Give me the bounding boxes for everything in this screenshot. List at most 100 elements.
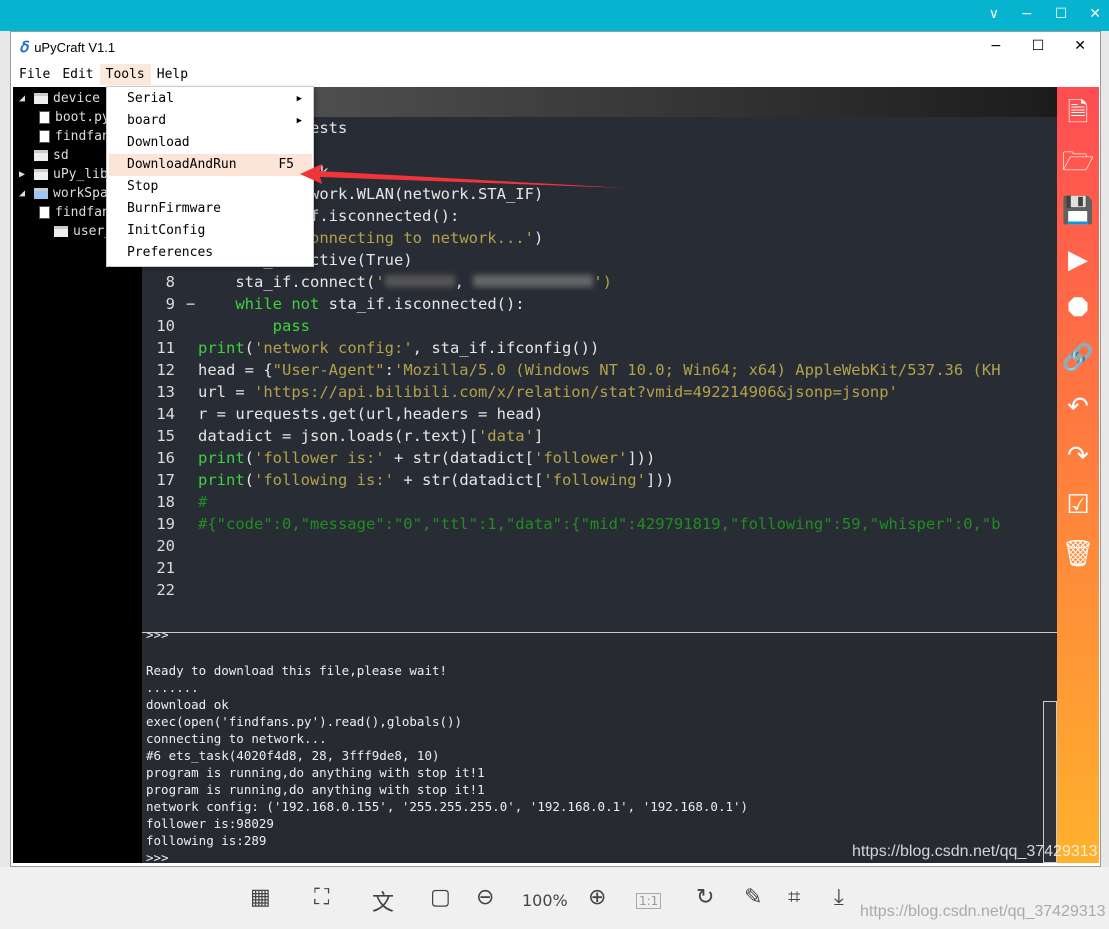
zoom-out-icon[interactable]: ⊖ [476,885,494,910]
rotate-icon[interactable]: ↻ [696,885,714,910]
terminal-line: ....... [146,680,199,695]
save-icon[interactable]: 💾 [1061,193,1095,229]
terminal-line: >>> [146,632,169,642]
new-file-icon[interactable]: 🗎 [1061,95,1095,131]
actual-size-button[interactable]: 1:1 [636,893,662,909]
connect-icon[interactable]: 🔗 [1061,340,1095,376]
terminal-scrollbar[interactable] [1043,701,1057,863]
line-number: 22 [156,581,175,599]
outer-minimize-button[interactable]: − [1021,6,1033,22]
terminal-line: following is:289 [146,833,267,848]
folder-icon [34,150,48,161]
menu-item-label: BurnFirmware [127,201,221,216]
folder-icon [54,226,68,237]
code-line: # [198,493,208,511]
tree-item-label: uPy_lib [53,167,108,182]
outer-close-button[interactable]: ✕ [1089,6,1101,22]
thumbnail-grid-icon[interactable]: ▦ [250,885,271,910]
tree-item[interactable]: boot.py [39,108,110,127]
submenu-arrow-icon: ▶ [296,116,302,126]
menu-item-label: Stop [127,179,159,194]
terminal-line: network config: ('192.168.0.155', '255.2… [146,799,749,814]
tree-item[interactable]: sd [19,146,69,165]
clear-icon[interactable]: 🗑 [1061,536,1095,572]
image-viewer-toolbar: ▦ ⛶ 文 ▢ ⊖ 100% ⊕ 1:1 ↻ ✎ ⌗ ⤓ https://blo… [0,867,1109,929]
code-line: print('follower is:' + str(datadict['fol… [198,449,656,467]
menu-tools[interactable]: Tools [99,63,151,85]
menu-item-stop[interactable]: Stop [109,176,312,198]
terminal-output[interactable]: >>> Ready to download this file,please wa… [142,632,1057,863]
menu-item-downloadandrun[interactable]: DownloadAndRun F5 [109,154,312,176]
fullscreen-icon[interactable]: ▢ [430,885,451,910]
code-line: pass [272,317,310,335]
maximize-button[interactable]: ☐ [1032,38,1045,54]
download-icon[interactable]: ⤓ [834,885,844,910]
undo-icon[interactable]: ↶ [1061,389,1095,425]
redo-icon[interactable]: ↷ [1061,438,1095,474]
expanded-icon[interactable]: ◢ [19,188,29,199]
watermark-bottom: https://blog.csdn.net/qq_37429313 [860,903,1106,920]
zoom-in-icon[interactable]: ⊕ [588,885,606,910]
outer-titlebar: ∨ − ☐ ✕ [0,0,1109,31]
fit-icon[interactable]: ⛶ [314,885,329,910]
outer-maximize-button[interactable]: ☐ [1055,6,1068,22]
menu-item-shortcut: F5 [278,157,294,172]
menu-file[interactable]: File [13,64,56,85]
menu-item-label: DownloadAndRun [127,157,237,172]
line-number: 18 [156,493,175,511]
menu-edit[interactable]: Edit [56,64,99,85]
terminal-line: follower is:98029 [146,816,274,831]
translate-icon[interactable]: 文 [372,885,394,917]
expanded-icon[interactable]: ◢ [19,93,29,104]
line-number: 16 [156,449,175,467]
window-title: uPyCraft V1.1 [34,39,116,55]
stop-icon[interactable]: ⯃ [1061,291,1095,327]
close-button[interactable]: ✕ [1074,38,1086,54]
folder-icon [34,93,48,104]
tree-item[interactable]: ▶ uPy_lib [19,165,108,184]
tree-item[interactable]: ◢ device [19,89,100,108]
terminal-line: download ok [146,697,229,712]
menu-help[interactable]: Help [151,64,194,85]
open-file-icon[interactable]: 🗁 [1061,144,1095,180]
terminal-line: #6 ets_task(4020f4d8, 28, 3fff9de8, 10) [146,748,440,763]
terminal-line: program is running,do anything with stop… [146,782,485,797]
menu-item-label: Download [127,135,190,150]
menu-item-preferences[interactable]: Preferences [109,242,312,264]
line-number: 15 [156,427,175,445]
red-arrow-annotation [300,164,626,188]
crop-icon[interactable]: ⌗ [788,885,800,910]
code-line: print('following is:' + str(datadict['fo… [198,471,674,489]
menu-item-burnfirmware[interactable]: BurnFirmware [109,198,312,220]
submenu-arrow-icon: ▶ [296,94,302,104]
menu-item-label: InitConfig [127,223,206,238]
outer-collapse-button[interactable]: ∨ [989,6,999,22]
terminal-line: Ready to download this file,please wait! [146,663,448,678]
collapsed-icon[interactable]: ▶ [19,169,29,180]
folder-icon [34,169,48,180]
line-number: 19 [156,515,175,533]
code-line: head = {"User-Agent":'Mozilla/5.0 (Windo… [198,361,1001,379]
terminal-line: >>> [146,850,169,863]
edit-icon[interactable]: ✎ [744,885,762,910]
line-number: 10 [156,317,175,335]
app-logo-icon: ẟ [19,39,29,56]
terminal-line: connecting to network... [146,731,327,746]
menu-item-download[interactable]: Download [109,132,312,154]
syntax-check-icon[interactable]: ☑ [1061,487,1095,523]
menu-item-initconfig[interactable]: InitConfig [109,220,312,242]
terminal-line: exec(open('findfans.py').read(),globals(… [146,714,463,729]
run-icon[interactable]: ▶ [1061,242,1095,278]
tools-menu: Serial ▶ board ▶ Download DownloadAndRun F5 Sto… [106,86,314,267]
fold-marker[interactable]: − [186,295,195,313]
code-line: #{"code":0,"message":"0","ttl":1,"data":… [198,515,1001,533]
watermark: https://blog.csdn.net/qq_37429313 [852,843,1098,860]
tree-item-label: device [53,91,100,106]
code-line: sta_if.connect(', ') [198,273,612,291]
line-number: 12 [156,361,175,379]
menu-item-serial[interactable]: Serial ▶ [109,88,312,110]
code-line: r = urequests.get(url,headers = head) [198,405,544,423]
terminal-line: program is running,do anything with stop… [146,765,485,780]
menu-item-board[interactable]: board ▶ [109,110,312,132]
minimize-button[interactable]: − [990,38,1002,54]
